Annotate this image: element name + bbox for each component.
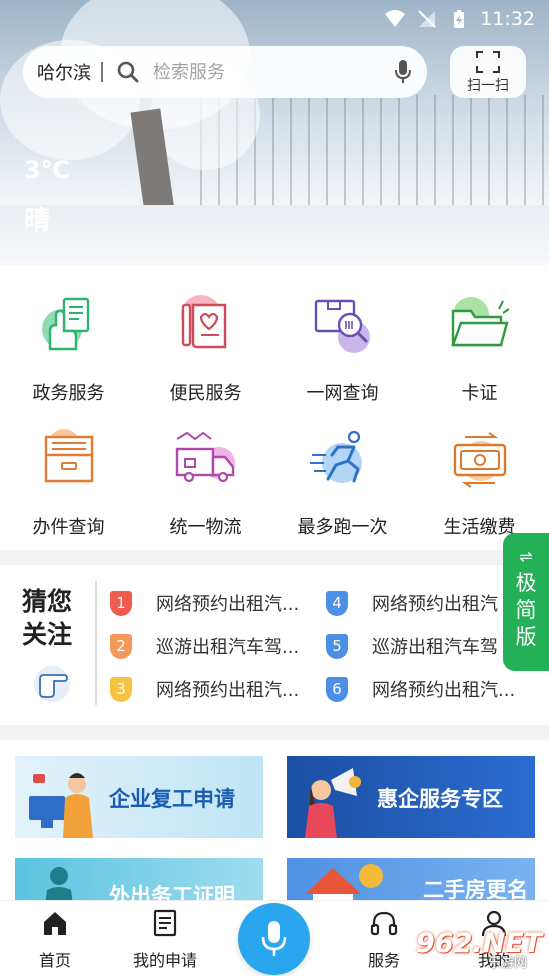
- recommended-item-text: 网络预约出租汽...: [372, 680, 516, 701]
- weather-condition: 晴: [24, 206, 51, 236]
- recommended-title-line2: 关注: [22, 620, 73, 649]
- rank-badge: 1: [110, 590, 132, 616]
- recommended-item[interactable]: 6 网络预约出租汽...: [326, 676, 536, 702]
- promo-banners: 企业复工申请 惠企服务专区 外出务工证明 二手房更名: [0, 740, 549, 900]
- simple-mode-label: 极: [515, 571, 537, 595]
- service-label: 一网查询: [306, 383, 379, 404]
- nav-label: 首页: [38, 951, 71, 970]
- recommended-title: 猜您 关注: [22, 585, 72, 651]
- service-label: 卡证: [461, 383, 498, 404]
- megaphone-woman-illustration-icon: [305, 768, 361, 838]
- scan-label: 扫一扫: [467, 77, 509, 94]
- search-box-icon: [314, 299, 370, 353]
- voice-search-icon[interactable]: [393, 59, 413, 85]
- service-government[interactable]: 政务服务: [0, 291, 137, 405]
- services-grid: 政务服务 便民服务 一网查询 卡证 办件查询 统一物流 最多跑一次 生活缴费: [0, 265, 549, 550]
- weather-temperature: 3℃: [24, 156, 70, 184]
- switch-arrows-icon: ⇌: [519, 547, 533, 566]
- search-bar[interactable]: 哈尔滨: [23, 46, 427, 98]
- banner-work-certificate[interactable]: 外出务工证明: [15, 858, 263, 900]
- city-selector[interactable]: 哈尔滨: [37, 59, 91, 85]
- document-hand-icon: [41, 297, 89, 351]
- service-label: 统一物流: [169, 517, 242, 538]
- scroll-pen-icon: [180, 295, 226, 349]
- folder-icon: [450, 297, 510, 347]
- banner-resume-work[interactable]: 企业复工申请: [15, 756, 263, 838]
- truck-icon: [175, 431, 235, 483]
- simple-mode-toggle[interactable]: ⇌ 极 简 版: [503, 533, 549, 671]
- rank-badge: 4: [326, 590, 348, 616]
- recommended-item-text: 巡游出租汽车驾...: [156, 637, 300, 658]
- money-exchange-icon: [453, 432, 506, 488]
- service-label: 便民服务: [169, 383, 242, 404]
- banner-text: 外出务工证明: [109, 884, 235, 900]
- search-divider: [101, 62, 103, 82]
- banner-text: 惠企服务专区: [377, 787, 503, 811]
- microphone-icon: [261, 921, 287, 956]
- service-cards[interactable]: 卡证: [411, 291, 548, 405]
- voice-assistant-button[interactable]: [238, 903, 310, 975]
- watermark-subtext: 乐游网: [488, 956, 528, 971]
- rank-badge: 2: [110, 633, 132, 659]
- signal-icon: [418, 10, 436, 28]
- nav-my-applications[interactable]: 我的申请: [110, 909, 220, 971]
- banner-text: 企业复工申请: [109, 787, 235, 811]
- simple-mode-label: 版: [515, 625, 537, 649]
- service-utility-payment[interactable]: 生活缴费: [411, 425, 548, 539]
- battery-charging-icon: [454, 10, 465, 28]
- recommended-title-line1: 猜您: [22, 587, 73, 616]
- service-logistics[interactable]: 统一物流: [137, 425, 274, 539]
- recommended-item-text: 网络预约出租汽...: [156, 594, 300, 615]
- wifi-icon: [385, 10, 406, 27]
- service-run-once[interactable]: 最多跑一次: [274, 425, 411, 539]
- person-illustration-icon: [45, 867, 73, 900]
- recommended-item[interactable]: 3 网络预约出租汽...: [110, 676, 320, 702]
- banner-text: 二手房更名: [423, 878, 528, 900]
- runner-icon: [309, 430, 362, 483]
- simple-mode-label: 简: [515, 598, 537, 622]
- recommended-item[interactable]: 2 巡游出租汽车驾...: [110, 633, 320, 659]
- service-label: 政务服务: [32, 383, 105, 404]
- service-unified-query[interactable]: 一网查询: [274, 291, 411, 405]
- document-list-icon: [153, 909, 177, 937]
- service-case-query[interactable]: 办件查询: [0, 425, 137, 539]
- hero-banner: 11:32 哈尔滨 扫一扫 3℃ 晴: [0, 0, 549, 265]
- banner-enterprise-service[interactable]: 惠企服务专区: [287, 756, 535, 838]
- drawer-icon: [44, 429, 93, 483]
- scan-icon: [476, 50, 500, 73]
- nav-home[interactable]: 首页: [0, 909, 110, 971]
- nav-label: 我的申请: [132, 951, 197, 970]
- home-icon: [44, 912, 66, 935]
- house-illustration-icon: [305, 864, 383, 900]
- service-label: 最多跑一次: [297, 517, 388, 538]
- recommended-item[interactable]: 1 网络预约出租汽...: [110, 590, 320, 616]
- rank-badge: 6: [326, 676, 348, 702]
- rank-badge: 5: [326, 633, 348, 659]
- headset-icon: [370, 911, 398, 936]
- banner-house-rename[interactable]: 二手房更名: [287, 858, 535, 900]
- search-icon: [117, 61, 139, 83]
- status-bar: 11:32: [384, 0, 549, 38]
- recommended-section: 猜您 关注 1 网络预约出租汽... 2 巡游出租汽车驾... 3 网络预约出租…: [0, 565, 549, 725]
- service-label: 办件查询: [32, 517, 105, 538]
- recommended-item-text: 网络预约出租汽...: [156, 680, 300, 701]
- pointing-hand-icon: [34, 666, 70, 702]
- snow-ground: [0, 205, 549, 265]
- status-time: 11:32: [480, 8, 535, 30]
- search-input[interactable]: [153, 61, 363, 83]
- rank-badge: 3: [110, 676, 132, 702]
- scan-button[interactable]: 扫一扫: [450, 46, 526, 98]
- recommended-divider: [95, 581, 97, 705]
- service-convenience[interactable]: 便民服务: [137, 291, 274, 405]
- worker-illustration-icon: [29, 773, 93, 838]
